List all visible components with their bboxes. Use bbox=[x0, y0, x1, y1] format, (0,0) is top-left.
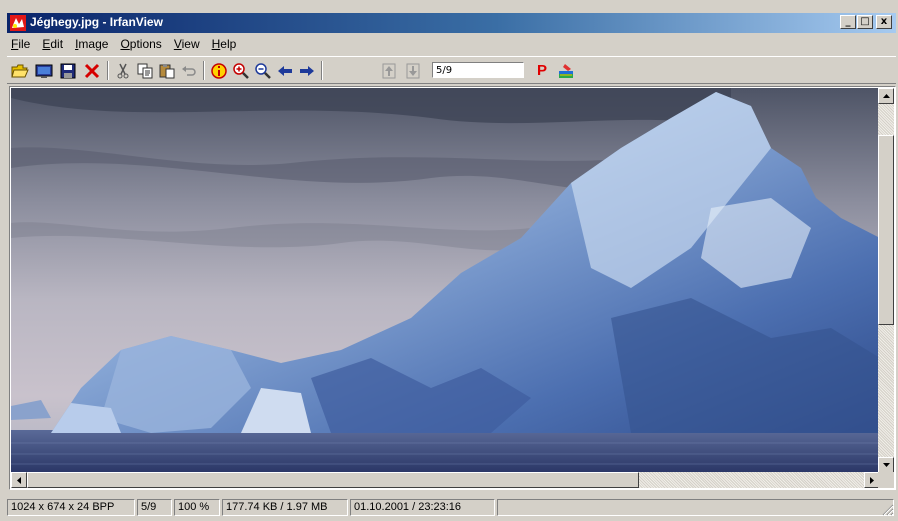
window-title: Jéghegy.jpg - IrfanView bbox=[30, 15, 163, 29]
info-icon bbox=[211, 62, 227, 79]
vertical-scrollbar[interactable] bbox=[878, 88, 894, 473]
paint-button[interactable] bbox=[556, 61, 576, 80]
zoom-out-button[interactable] bbox=[253, 61, 273, 80]
delete-icon bbox=[84, 63, 100, 78]
menu-file[interactable]: File bbox=[7, 37, 36, 51]
info-button[interactable] bbox=[209, 61, 229, 80]
arrow-left-icon bbox=[17, 476, 21, 484]
close-button[interactable]: x bbox=[876, 15, 892, 29]
paste-button[interactable] bbox=[157, 61, 177, 80]
cut-icon bbox=[117, 63, 129, 78]
status-bar: 1024 x 674 x 24 BPP 5/9 100 % 177.74 KB … bbox=[7, 497, 896, 517]
zoom-in-button[interactable] bbox=[231, 61, 251, 80]
undo-button[interactable] bbox=[179, 61, 199, 80]
menu-edit-label: dit bbox=[50, 37, 64, 51]
delete-button[interactable] bbox=[82, 61, 102, 80]
page-number-field[interactable] bbox=[432, 62, 524, 78]
first-page-button[interactable] bbox=[379, 61, 399, 80]
toolbar: P bbox=[7, 56, 896, 84]
menu-file-label: ile bbox=[18, 37, 31, 51]
minimize-button[interactable]: _ bbox=[840, 15, 856, 29]
irfanview-app-icon[interactable] bbox=[10, 15, 26, 31]
slideshow-button[interactable] bbox=[34, 61, 54, 80]
previous-button[interactable] bbox=[275, 61, 295, 80]
toolbar-separator bbox=[107, 61, 109, 80]
open-folder-icon bbox=[11, 64, 29, 77]
last-page-button[interactable] bbox=[403, 61, 423, 80]
scroll-left-button[interactable] bbox=[11, 472, 27, 488]
paint-icon bbox=[559, 63, 573, 78]
copy-button[interactable] bbox=[135, 61, 155, 80]
last-page-icon bbox=[406, 63, 420, 78]
horizontal-scroll-thumb[interactable] bbox=[27, 472, 639, 488]
title-bar[interactable]: Jéghegy.jpg - IrfanView _ □ x bbox=[7, 13, 896, 33]
caption-buttons: _ □ x bbox=[839, 15, 892, 29]
p-button[interactable]: P bbox=[532, 61, 552, 80]
zoom-out-icon bbox=[255, 62, 271, 79]
save-button[interactable] bbox=[58, 61, 78, 80]
iceberg-photo[interactable] bbox=[11, 88, 880, 473]
paste-icon bbox=[159, 63, 175, 78]
scroll-down-button[interactable] bbox=[878, 457, 894, 473]
scroll-up-button[interactable] bbox=[878, 88, 894, 104]
cut-button[interactable] bbox=[113, 61, 133, 80]
status-zoom: 100 % bbox=[174, 499, 220, 516]
resize-grip-icon[interactable] bbox=[882, 504, 894, 516]
undo-icon bbox=[182, 65, 196, 76]
maximize-button[interactable]: □ bbox=[857, 15, 873, 29]
menu-edit[interactable]: Edit bbox=[36, 37, 69, 51]
image-viewer bbox=[9, 86, 896, 490]
menu-options-accel: O bbox=[120, 37, 130, 51]
arrow-up-icon bbox=[882, 94, 890, 98]
status-index: 5/9 bbox=[137, 499, 172, 516]
save-icon bbox=[60, 63, 76, 78]
menu-view-label: iew bbox=[181, 37, 200, 51]
menu-options[interactable]: Options bbox=[114, 37, 167, 51]
menu-image[interactable]: Image bbox=[69, 37, 114, 51]
slideshow-icon bbox=[35, 64, 53, 78]
horizontal-scrollbar[interactable] bbox=[11, 472, 880, 488]
menu-help-label: elp bbox=[220, 37, 237, 51]
zoom-in-icon bbox=[233, 62, 249, 79]
menu-view[interactable]: View bbox=[168, 37, 206, 51]
vertical-scroll-thumb[interactable] bbox=[878, 135, 894, 325]
menu-help-accel: H bbox=[211, 37, 221, 51]
next-button[interactable] bbox=[297, 61, 317, 80]
toolbar-separator bbox=[321, 61, 323, 80]
arrow-right-icon bbox=[870, 476, 874, 484]
irfanview-window: Jéghegy.jpg - IrfanView _ □ x File Edit … bbox=[0, 0, 898, 521]
menu-view-accel: V bbox=[173, 37, 182, 51]
copy-icon bbox=[137, 63, 153, 78]
arrow-down-icon bbox=[882, 463, 890, 467]
open-button[interactable] bbox=[10, 61, 30, 80]
status-empty-panel bbox=[497, 499, 894, 516]
status-file-size: 177.74 KB / 1.97 MB bbox=[222, 499, 348, 516]
next-icon bbox=[300, 65, 314, 76]
first-page-icon bbox=[382, 63, 396, 78]
iceberg-image-svg bbox=[11, 88, 880, 473]
menu-bar: File Edit Image Options View Help bbox=[7, 34, 896, 54]
status-datetime: 01.10.2001 / 23:23:16 bbox=[350, 499, 495, 516]
menu-help[interactable]: Help bbox=[206, 37, 243, 51]
menu-options-label: ptions bbox=[129, 37, 162, 51]
status-dimensions: 1024 x 674 x 24 BPP bbox=[7, 499, 135, 516]
scrollbar-corner bbox=[878, 472, 894, 488]
previous-icon bbox=[278, 65, 292, 76]
menu-image-label: mage bbox=[78, 37, 109, 51]
toolbar-separator bbox=[203, 61, 205, 80]
